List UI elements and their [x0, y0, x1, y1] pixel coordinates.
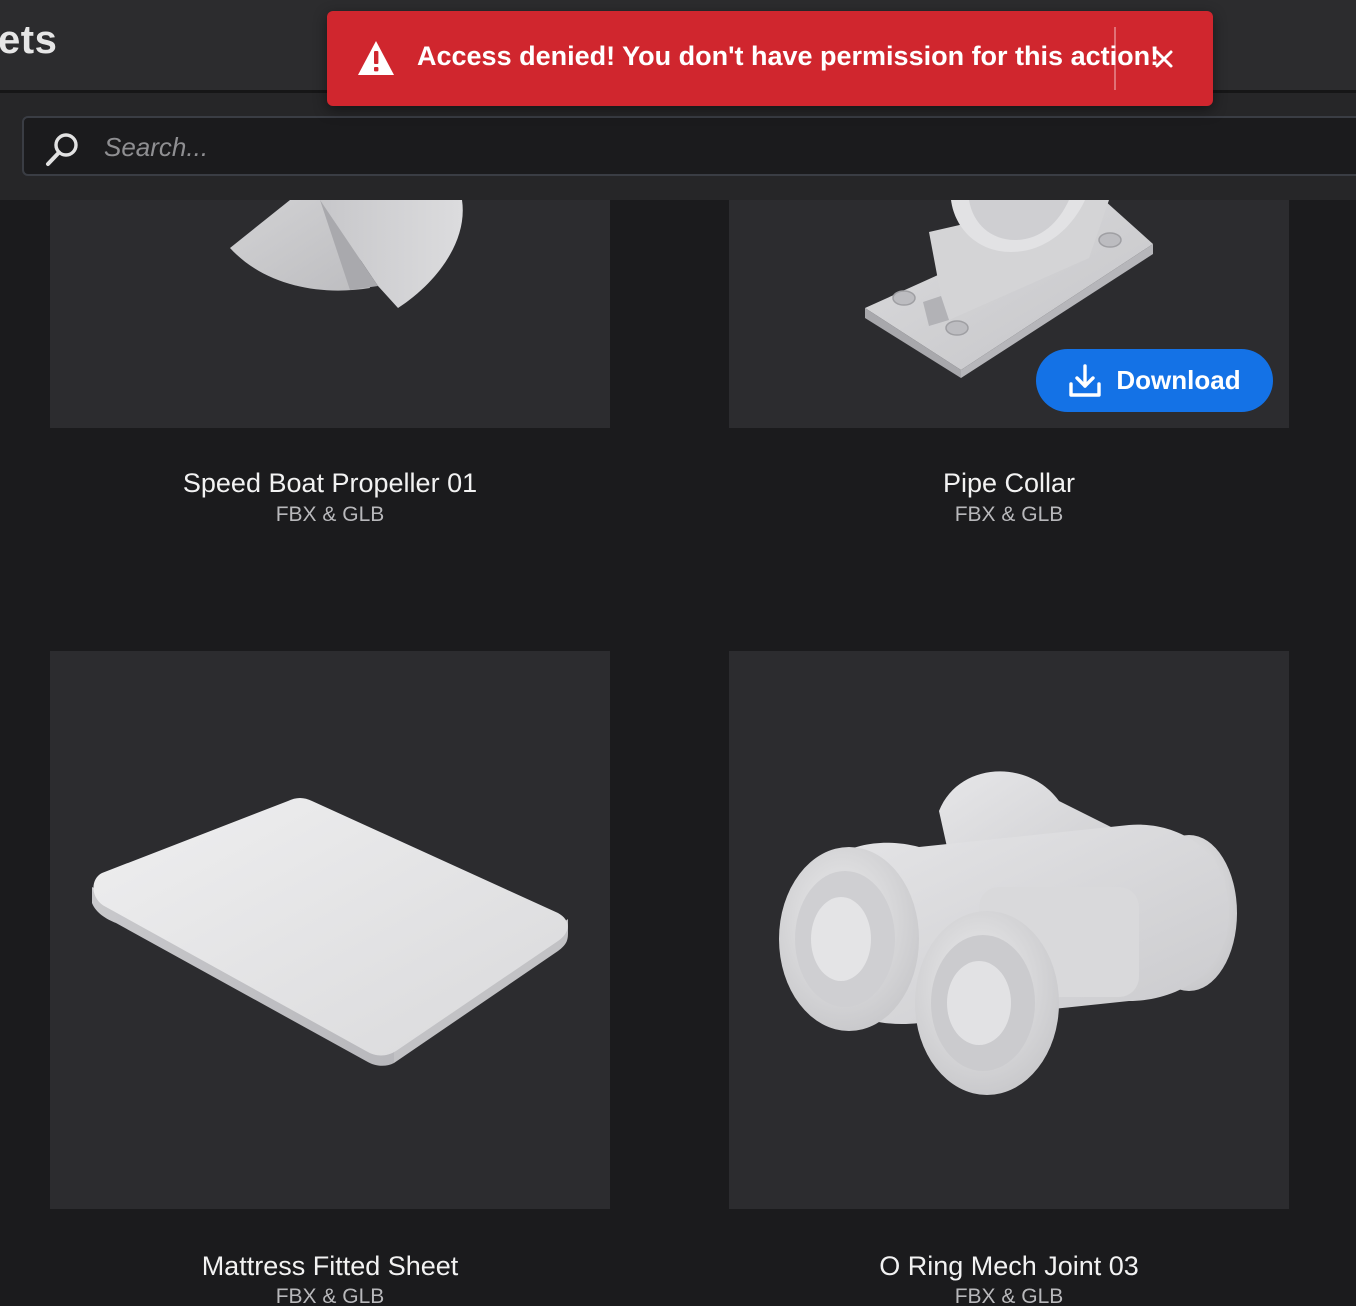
- mech-joint-model-image: [779, 771, 1237, 1095]
- asset-thumbnail[interactable]: [50, 651, 610, 1209]
- search-icon: [46, 133, 78, 166]
- toast-message: Access denied! You don't have permission…: [417, 41, 1160, 71]
- asset-grid: Speed Boat Propeller 01 FBX & GLB Downlo…: [0, 200, 1356, 1306]
- asset-format: FBX & GLB: [275, 1285, 385, 1306]
- asset-title: Mattress Fitted Sheet: [201, 1251, 459, 1281]
- download-icon: [1069, 363, 1102, 397]
- asset-thumbnail[interactable]: [729, 651, 1289, 1209]
- toast-divider: [1114, 27, 1116, 90]
- page-title: ets: [0, 18, 58, 62]
- asset-title: Pipe Collar: [942, 468, 1076, 498]
- asset-title: O Ring Mech Joint 03: [879, 1251, 1139, 1281]
- warning-icon: [358, 41, 394, 75]
- asset-title: Speed Boat Propeller 01: [182, 468, 478, 498]
- asset-format: FBX & GLB: [954, 1285, 1064, 1306]
- asset-thumbnail[interactable]: [50, 200, 610, 428]
- search-box[interactable]: [22, 116, 1356, 176]
- search-input[interactable]: [102, 118, 1306, 176]
- error-toast: Access denied! You don't have permission…: [327, 11, 1213, 106]
- close-icon: [1155, 50, 1173, 68]
- asset-format: FBX & GLB: [275, 503, 385, 526]
- download-label: Download: [1116, 365, 1241, 395]
- propeller-model-image: [230, 200, 463, 308]
- asset-format: FBX & GLB: [954, 503, 1064, 526]
- asset-thumbnail[interactable]: Download: [729, 200, 1289, 428]
- download-button[interactable]: Download: [1036, 349, 1273, 412]
- toast-close-button[interactable]: [1139, 41, 1189, 77]
- search-bar-area: [0, 93, 1356, 200]
- mattress-model-image: [92, 798, 568, 1066]
